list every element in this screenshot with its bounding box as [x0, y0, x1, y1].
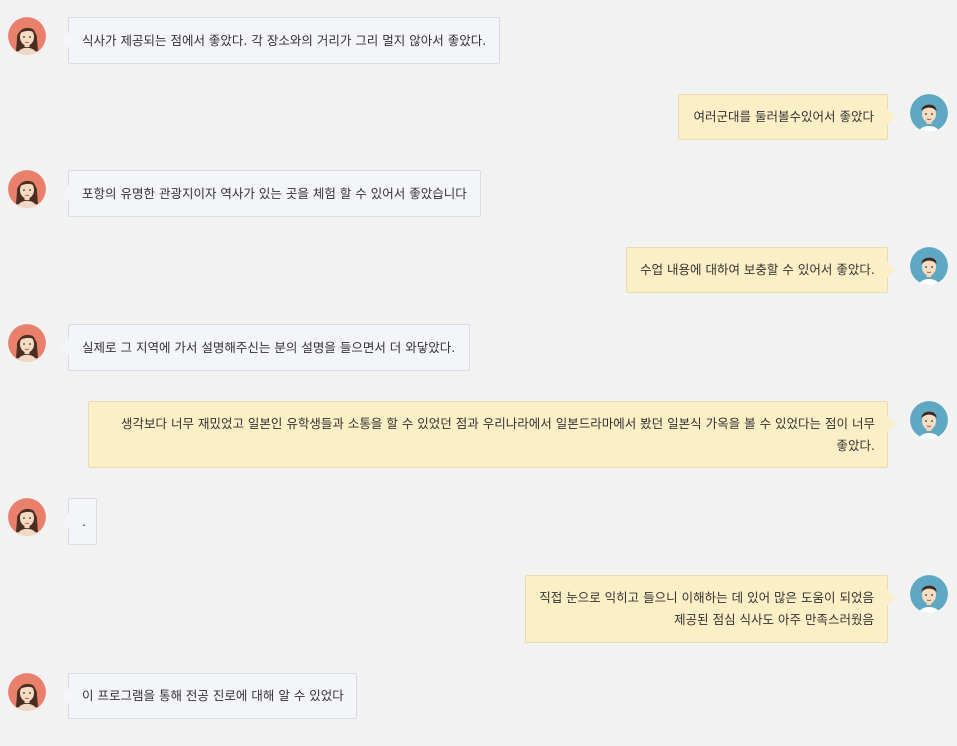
message-bubble: 실제로 그 지역에 가서 설명해주신는 분의 설명을 들으면서 더 와닿았다. — [61, 324, 470, 371]
bubble-tail — [61, 339, 69, 355]
female-avatar-icon — [8, 498, 46, 536]
bubble-tail — [887, 262, 895, 278]
message-text: 수업 내용에 대하여 보충할 수 있어서 좋았다. — [640, 262, 875, 277]
male-avatar-icon — [910, 401, 948, 439]
male-avatar-icon — [910, 94, 948, 132]
female-avatar-icon — [8, 324, 46, 362]
message-text-line-1: 직접 눈으로 익히고 들으니 이해하는 데 있어 많은 도움이 되었음 — [539, 590, 874, 605]
message-bubble: 이 프로그램을 통해 전공 진로에 대해 알 수 있었다 — [61, 673, 357, 719]
message-text: 실제로 그 지역에 가서 설명해주신는 분의 설명을 들으면서 더 와닿았다. — [82, 339, 456, 355]
message-text: 포항의 유명한 관광지이자 역사가 있는 곳을 체험 할 수 있어서 좋았습니다 — [82, 185, 467, 201]
message-text: . — [82, 513, 86, 529]
message-bubble: 여러군대를 둘러볼수있어서 좋았다 — [678, 94, 895, 140]
message-text: 생각보다 너무 재밌었고 일본인 유학생들과 소통을 할 수 있었던 점과 우리… — [121, 415, 875, 453]
female-avatar-icon — [8, 673, 46, 711]
message-text-line-2: 제공된 점심 식사도 아주 만족스러웠음 — [674, 612, 874, 627]
message-bubble: 수업 내용에 대하여 보충할 수 있어서 좋았다. — [626, 247, 895, 293]
bubble-tail — [887, 416, 895, 432]
message-bubble: 포항의 유명한 관광지이자 역사가 있는 곳을 체험 할 수 있어서 좋았습니다 — [61, 170, 481, 217]
message-bubble: 직접 눈으로 익히고 들으니 이해하는 데 있어 많은 도움이 되었음 제공된 … — [525, 575, 895, 643]
message-bubble: 생각보다 너무 재밌었고 일본인 유학생들과 소통을 할 수 있었던 점과 우리… — [88, 401, 895, 468]
message-text: 이 프로그램을 통해 전공 진로에 대해 알 수 있었다 — [82, 688, 344, 703]
message-bubble: 식사가 제공되는 점에서 좋았다. 각 장소와의 거리가 그리 멀지 않아서 좋… — [61, 17, 500, 64]
female-avatar-icon — [8, 17, 46, 55]
bubble-tail — [61, 32, 69, 48]
bubble-tail — [61, 185, 69, 201]
female-avatar-icon — [8, 170, 46, 208]
message-bubble: . — [61, 498, 97, 545]
message-text: 식사가 제공되는 점에서 좋았다. 각 장소와의 거리가 그리 멀지 않아서 좋… — [82, 32, 487, 48]
bubble-tail — [61, 513, 69, 529]
bubble-tail — [887, 590, 895, 606]
male-avatar-icon — [910, 247, 948, 285]
chat-thread: 식사가 제공되는 점에서 좋았다. 각 장소와의 거리가 그리 멀지 않아서 좋… — [0, 0, 957, 746]
bubble-tail — [887, 109, 895, 125]
message-text: 여러군대를 둘러볼수있어서 좋았다 — [693, 109, 874, 124]
male-avatar-icon — [910, 575, 948, 613]
bubble-tail — [61, 688, 69, 704]
